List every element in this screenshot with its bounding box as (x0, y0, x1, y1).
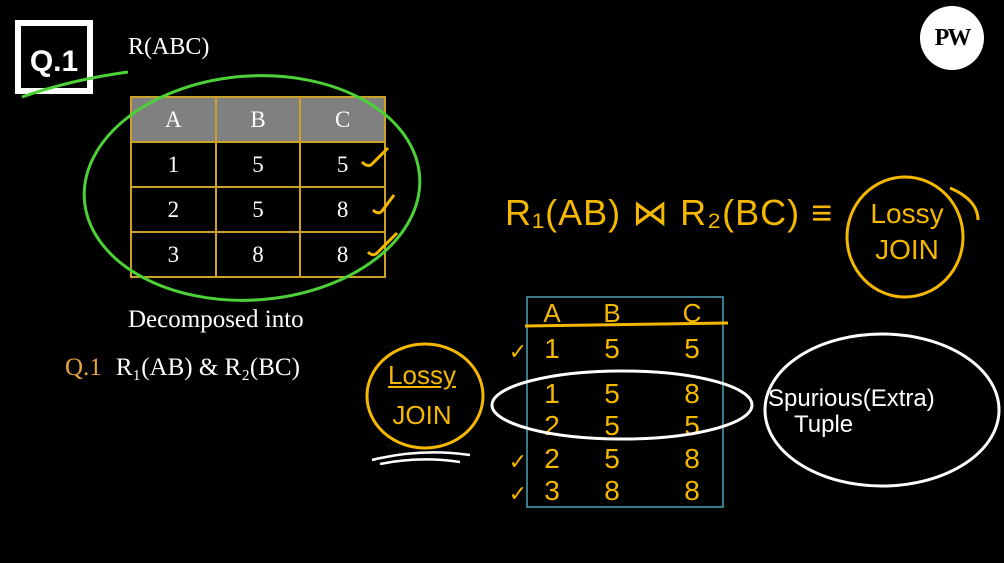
check-icon: ✓ (508, 339, 528, 364)
join-cell: 8 (604, 475, 620, 506)
lossy-join-top: Lossy JOIN (852, 196, 962, 268)
table-cell: 5 (214, 141, 302, 188)
join-cell: 8 (684, 443, 700, 474)
join-cell: 8 (684, 475, 700, 506)
scribble (371, 451, 471, 466)
table-row: 1 5 5 (130, 141, 386, 188)
table-cell: 1 (130, 141, 217, 188)
join-cell: 2 (544, 410, 560, 441)
spurious-label: Spurious(Extra) Tuple (768, 386, 935, 438)
join-word: JOIN (875, 234, 939, 265)
decomposed-label: Decomposed into (128, 306, 304, 333)
lossy-word: Lossy (388, 360, 456, 390)
annotation-strokes (21, 70, 1001, 508)
table-header-row: A B C (130, 96, 386, 143)
join-cell: 5 (604, 378, 620, 409)
question-badge: Q.1 (15, 20, 93, 94)
join-cell: 3 (544, 475, 560, 506)
join-cell: 5 (684, 410, 700, 441)
table-cell: 8 (299, 186, 386, 233)
header-cell: A (130, 96, 217, 143)
table-cell: 8 (214, 231, 302, 278)
decomposition-text: R₁(AB) & R₂(BC) (115, 354, 300, 381)
header-cell: B (214, 96, 302, 143)
join-cell: 5 (604, 410, 620, 441)
relation-table: A B C 1 5 5 2 5 8 3 8 8 (130, 96, 386, 278)
spurious-text: Spurious(Extra) (768, 385, 935, 412)
join-cell: 5 (604, 443, 620, 474)
table-cell: 2 (130, 186, 217, 233)
join-word: JOIN (392, 400, 452, 430)
table-cell: 5 (299, 141, 386, 188)
join-cell: 1 (544, 333, 560, 364)
table-cell: 8 (299, 231, 386, 278)
table-row: 2 5 8 (130, 186, 386, 233)
tuple-text: Tuple (794, 411, 854, 438)
join-equation: R₁(AB) ⋈ R₂(BC) ≡ (505, 192, 834, 233)
table-cell: 3 (130, 231, 217, 278)
lossy-word: Lossy (870, 198, 944, 229)
check-icon: ✓ (508, 481, 528, 506)
lossy-join-left: Lossy JOIN (372, 355, 472, 435)
question-number: Q.1 (65, 354, 102, 381)
join-cell: 8 (684, 378, 700, 409)
join-cell: 5 (684, 333, 700, 364)
table-row: 3 8 8 (130, 231, 386, 278)
join-header-cell: C (682, 298, 702, 328)
join-header-cell: B (603, 298, 621, 328)
join-header-cell: A (543, 298, 561, 328)
pw-logo: PW (920, 6, 984, 70)
decomposition-line: Q.1 R₁(AB) & R₂(BC) (65, 354, 300, 382)
join-cell: 5 (604, 333, 620, 364)
table-cell: 5 (214, 186, 302, 233)
join-cell: 1 (544, 378, 560, 409)
join-cell: 2 (544, 443, 560, 474)
header-cell: C (299, 96, 386, 143)
relation-title: R(ABC) (128, 34, 210, 60)
check-icon: ✓ (508, 449, 528, 474)
